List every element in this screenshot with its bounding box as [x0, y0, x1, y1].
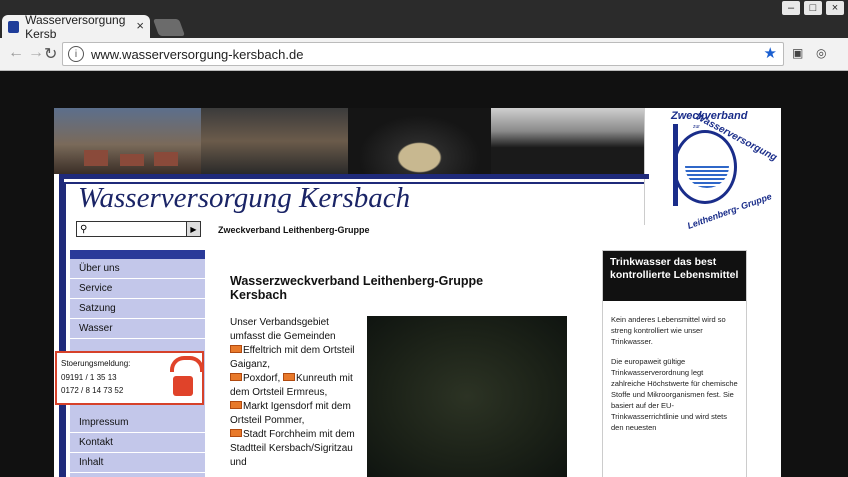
link-igensdorf[interactable]: Markt Igensdorf mit dem Ortsteil Pommer, — [230, 401, 351, 426]
banner-photo-building — [201, 108, 348, 174]
stoerungsmeldung-box[interactable]: Stoerungsmeldung: 09191 / 1 35 13 0172 /… — [55, 351, 204, 405]
trinkwasser-heading: Trinkwasser das best kontrollierte Leben… — [603, 251, 746, 301]
telephone-icon — [167, 356, 204, 398]
arrow-link-icon — [230, 429, 242, 437]
trinkwasser-paragraph-2: Die europaweit gültige Trinkwasserverord… — [611, 357, 738, 432]
search-go-button[interactable]: ▶ — [186, 222, 200, 236]
address-bar[interactable]: i www.wasserversorgung-kersbach.de ★ — [62, 42, 784, 66]
nav-item-ueber-uns[interactable]: Über uns — [70, 259, 205, 279]
stoerung-label: Stoerungsmeldung: — [61, 359, 131, 368]
stoerung-phone-2: 0172 / 8 14 73 52 — [61, 386, 124, 395]
web-page: Zweckverband zur Wasserversorgung Leithe… — [54, 108, 781, 477]
link-effeltrich[interactable]: Effeltrich mit dem Ortsteil Gaiganz, — [230, 345, 355, 370]
extension-ip-icon[interactable]: ▣ — [792, 46, 803, 60]
nav-item-impressum[interactable]: Impressum — [70, 413, 205, 433]
window-controls: – □ × — [782, 1, 844, 15]
search-input[interactable]: ⚲ ▶ — [76, 221, 201, 237]
minimize-button[interactable]: – — [782, 1, 800, 15]
new-tab-button[interactable] — [152, 19, 186, 36]
banner-photo-fountain — [348, 108, 491, 174]
close-window-button[interactable]: × — [826, 1, 844, 15]
arrow-link-icon — [230, 373, 242, 381]
nav-item-kontakt[interactable]: Kontakt — [70, 433, 205, 453]
bookmark-star-icon[interactable]: ★ — [764, 44, 777, 62]
page-viewport: Zweckverband zur Wasserversorgung Leithe… — [0, 71, 848, 477]
site-info-icon[interactable]: i — [68, 46, 84, 62]
extension-target-icon[interactable]: ◎ — [816, 46, 826, 60]
search-icon: ⚲ — [80, 223, 88, 235]
nav-item-satzung[interactable]: Satzung — [70, 299, 205, 319]
logo-text-zur: zur — [693, 124, 700, 130]
link-forchheim[interactable]: Stadt Forchheim mit dem Stadtteil Kersba… — [230, 429, 355, 468]
back-arrow-icon[interactable]: ← — [8, 44, 24, 62]
stoerung-phone-1: 09191 / 1 35 13 — [61, 373, 117, 382]
page-title: Wasserversorgung Kersbach — [78, 182, 411, 214]
intro-text: Unser Verbandsgebiet umfasst die Gemeind… — [230, 317, 355, 468]
arrow-link-icon — [230, 345, 242, 353]
banner-photo-village — [54, 108, 201, 174]
banner-photo-landscape — [491, 108, 644, 174]
reload-icon[interactable]: ↻ — [44, 44, 57, 64]
content-photo — [367, 316, 567, 477]
tab-title: Wasserversorgung Kersb — [25, 12, 126, 41]
arrow-link-icon — [283, 373, 296, 381]
nav-item-service[interactable]: Service — [70, 279, 205, 299]
browser-tabstrip: Wasserversorgung Kersb × – □ × — [0, 0, 848, 41]
tab-close-icon[interactable]: × — [136, 18, 144, 33]
forward-arrow-icon[interactable]: → — [28, 44, 44, 62]
browser-toolbar: ← → ↻ i www.wasserversorgung-kersbach.de… — [0, 38, 848, 71]
site-favicon-icon — [8, 20, 20, 33]
link-poxdorf[interactable]: Poxdorf, — [243, 373, 280, 384]
nav-item-wasser[interactable]: Wasser — [70, 319, 205, 339]
url-text: www.wasserversorgung-kersbach.de — [91, 46, 304, 62]
site-subtitle: Zweckverband Leithenberg-Gruppe — [218, 225, 370, 235]
trinkwasser-paragraph-1: Kein anderes Lebensmittel wird so streng… — [611, 315, 726, 346]
maximize-button[interactable]: □ — [804, 1, 822, 15]
zweckverband-logo: Zweckverband zur Wasserversorgung Leithe… — [644, 108, 781, 231]
trinkwasser-box: Trinkwasser das best kontrollierte Leben… — [602, 250, 747, 477]
tab-active[interactable]: Wasserversorgung Kersb × — [2, 12, 150, 41]
header-banner — [54, 108, 644, 174]
main-content: Wasserzweckverband Leithenberg-Gruppe Ke… — [230, 274, 530, 468]
nav-item-inhalt[interactable]: Inhalt — [70, 453, 205, 473]
arrow-link-icon — [230, 401, 242, 409]
main-heading: Wasserzweckverband Leithenberg-Gruppe Ke… — [230, 274, 484, 302]
